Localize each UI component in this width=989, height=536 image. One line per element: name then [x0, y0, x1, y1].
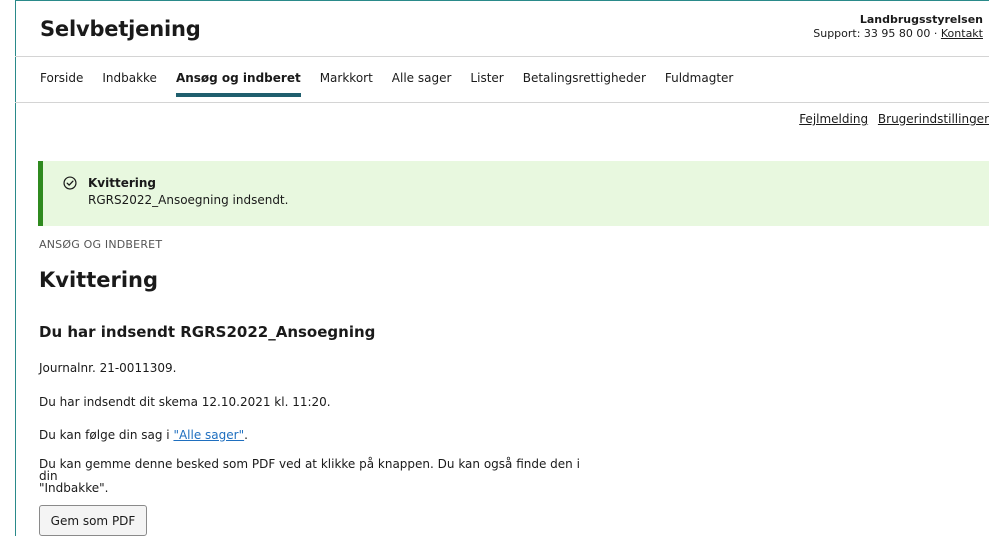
support-phone: Support: 33 95 80 00 ·: [813, 27, 941, 40]
breadcrumb: ANSØG OG INDBERET: [39, 238, 163, 251]
error-report-link[interactable]: Fejlmelding: [799, 112, 868, 126]
contact-link[interactable]: Kontakt: [941, 27, 983, 40]
nav-item-alle-sager[interactable]: Alle sager: [392, 71, 452, 97]
nav-divider: [15, 102, 989, 103]
pdf-info-line-1: Du kan gemme denne besked som PDF ved at…: [39, 457, 580, 483]
section-heading: Du har indsendt RGRS2022_Ansoegning: [39, 323, 376, 341]
check-circle-icon: [63, 176, 77, 190]
frame-border-top: [15, 0, 989, 1]
page-title: Kvittering: [39, 268, 159, 292]
user-settings-link[interactable]: Brugerindstillinger: [878, 112, 989, 126]
header-divider: [15, 56, 989, 57]
follow-case-text: Du kan følge din sag i "Alle sager".: [39, 428, 248, 442]
follow-case-prefix: Du kan følge din sag i: [39, 428, 174, 442]
nav-item-indbakke[interactable]: Indbakke: [102, 71, 157, 97]
nav-item-fuldmagter[interactable]: Fuldmagter: [665, 71, 733, 97]
all-cases-link[interactable]: "Alle sager": [173, 428, 244, 442]
success-alert: Kvittering RGRS2022_Ansoegning indsendt.: [38, 161, 989, 226]
app-title[interactable]: Selvbetjening: [40, 17, 201, 41]
save-as-pdf-button[interactable]: Gem som PDF: [39, 505, 147, 536]
nav-item-ansoeg-og-indberet[interactable]: Ansøg og indberet: [175, 71, 301, 97]
main-nav: Forside Indbakke Ansøg og indberet Markk…: [40, 71, 752, 97]
org-info: Landbrugsstyrelsen Support: 33 95 80 00 …: [813, 13, 983, 41]
nav-item-markkort[interactable]: Markkort: [320, 71, 373, 97]
pdf-info-text: Du kan gemme denne besked som PDF ved at…: [39, 458, 599, 494]
alert-title: Kvittering: [88, 176, 157, 190]
journal-number: Journalnr. 21-0011309.: [39, 361, 177, 375]
follow-case-suffix: .: [244, 428, 248, 442]
submitted-timestamp: Du har indsendt dit skema 12.10.2021 kl.…: [39, 395, 331, 409]
support-line: Support: 33 95 80 00 · Kontakt: [813, 27, 983, 41]
utility-links: Fejlmelding Brugerindstillinger: [793, 112, 989, 126]
alert-message: RGRS2022_Ansoegning indsendt.: [88, 193, 289, 207]
nav-item-forside[interactable]: Forside: [40, 71, 83, 97]
org-name: Landbrugsstyrelsen: [859, 13, 983, 26]
nav-item-betalingsrettigheder[interactable]: Betalingsrettigheder: [523, 71, 646, 97]
pdf-info-line-2: "Indbakke".: [39, 481, 109, 495]
frame-border-left: [15, 0, 16, 536]
nav-item-lister[interactable]: Lister: [470, 71, 503, 97]
